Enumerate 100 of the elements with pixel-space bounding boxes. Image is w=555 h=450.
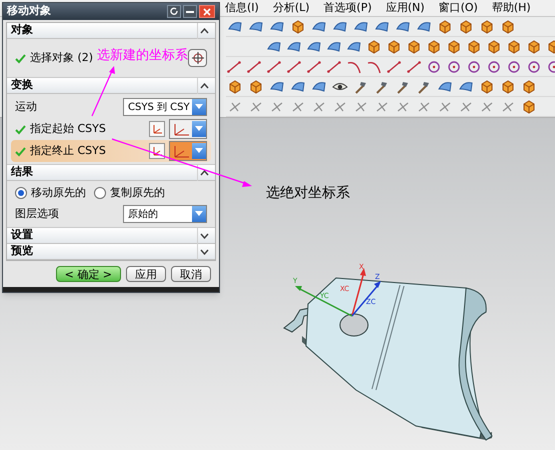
line-icon [266, 58, 282, 74]
line-icon [306, 58, 322, 74]
dialog-title: 移动对象 [7, 3, 51, 20]
cube-icon [500, 78, 516, 94]
arrow [91, 66, 115, 116]
crosshair-icon [192, 52, 204, 64]
minimize-icon [186, 10, 194, 12]
dropdown-arrow-button[interactable] [192, 121, 206, 137]
annotation-text: 选新建的坐标系 [97, 47, 188, 65]
section-header[interactable]: 变换 [7, 78, 215, 94]
dropdown-arrow-button[interactable] [192, 143, 206, 159]
section-header[interactable]: 预览 [7, 244, 215, 260]
menu-item[interactable]: 帮助(H) [492, 0, 531, 16]
cube-icon [436, 18, 452, 34]
axes-icon [151, 145, 163, 157]
circle-icon [526, 58, 542, 74]
caret-icon [195, 211, 203, 217]
minimize-button[interactable] [183, 5, 197, 18]
menu-item[interactable]: 窗口(O) [438, 0, 478, 16]
radio-option[interactable]: 移动原先的 [15, 184, 86, 202]
dropdown-field[interactable]: 原始的 [123, 205, 207, 223]
highlighted-row[interactable]: 指定终止 CSYS [11, 140, 211, 162]
cube-icon [506, 38, 522, 54]
section-title: 变换 [11, 77, 33, 94]
csys-dialog-button[interactable] [149, 121, 165, 137]
menu-item[interactable]: 应用(N) [386, 0, 425, 16]
circle-icon [466, 58, 482, 74]
toolbar-button[interactable] [286, 58, 302, 75]
select-object-label: 选择对象 (2) [30, 50, 94, 66]
toolbar-button[interactable] [526, 38, 542, 55]
caret-icon [195, 148, 203, 154]
csys-type-dropdown[interactable] [169, 141, 207, 161]
csys-type-dropdown[interactable] [169, 119, 207, 139]
section-header[interactable]: 设置 [7, 228, 215, 244]
cube-icon [478, 18, 494, 34]
menu-item[interactable]: 分析(L) [272, 0, 310, 16]
dropdown-arrow-button[interactable] [192, 206, 206, 222]
cube-icon [386, 38, 402, 54]
toolbar-button[interactable] [366, 38, 382, 55]
toolbar-button[interactable] [426, 38, 442, 55]
toolbar-button[interactable] [406, 38, 422, 55]
cube-icon [458, 18, 474, 34]
dialog-button[interactable]: 取消 [171, 266, 211, 282]
dropdown-field[interactable]: CSYS 到 CSY [123, 98, 207, 116]
close-button[interactable] [199, 5, 215, 18]
circle-icon [446, 58, 462, 74]
toolbar-button[interactable] [386, 38, 402, 55]
section-title: 预览 [11, 243, 33, 260]
cube-icon [500, 18, 516, 34]
close-icon [203, 8, 211, 16]
toolbar-button[interactable] [406, 58, 422, 75]
radio-button[interactable] [15, 187, 27, 199]
circle-icon [486, 58, 502, 74]
caret-icon [195, 104, 203, 110]
toolbar-button[interactable] [446, 38, 462, 55]
line-icon [326, 58, 342, 74]
circle-icon [426, 58, 442, 74]
toolbar-button[interactable] [326, 58, 342, 75]
ok-button[interactable]: < 确定 > [56, 266, 121, 282]
cube-icon [478, 78, 494, 94]
toolbar-button[interactable] [506, 38, 522, 55]
dropdown-value: 原始的 [127, 208, 159, 222]
line-icon [226, 58, 242, 74]
cube-icon [290, 18, 306, 34]
cube-icon [520, 78, 536, 94]
caret-icon [195, 126, 203, 132]
refresh-icon [170, 7, 178, 16]
cube-icon [520, 98, 536, 114]
reset-button[interactable] [167, 5, 181, 18]
toolbar-button[interactable] [266, 58, 282, 75]
field-label: 图层选项 [15, 206, 59, 222]
crosshair-button[interactable] [188, 49, 207, 67]
cube-icon [486, 38, 502, 54]
section-header[interactable]: 结果 [7, 165, 215, 181]
radio-button[interactable] [94, 187, 106, 199]
radio-option[interactable]: 复制原先的 [94, 184, 165, 202]
csys-label: 指定起始 CSYS [30, 120, 106, 137]
line-icon [246, 58, 262, 74]
section-title: 设置 [11, 227, 33, 244]
section-header[interactable]: 对象 [7, 23, 215, 39]
cube-icon [248, 78, 264, 94]
dialog-button[interactable]: 应用 [126, 266, 166, 282]
line-icon [386, 58, 402, 74]
toolbar-button[interactable] [306, 58, 322, 75]
csys-row[interactable]: 指定起始 CSYS [11, 118, 211, 140]
dropdown-arrow-button[interactable] [192, 99, 206, 115]
cube-icon [446, 38, 462, 54]
cube-icon [406, 38, 422, 54]
toolbar-button[interactable] [466, 38, 482, 55]
line-icon [286, 58, 302, 74]
csys-dialog-button[interactable] [149, 143, 165, 159]
menu-item[interactable]: 信息(I) [225, 0, 259, 16]
toolbar-button[interactable] [486, 38, 502, 55]
toolbar-button[interactable] [226, 58, 242, 75]
menu-item[interactable]: 首选项(P) [324, 0, 372, 16]
cube-icon [366, 38, 382, 54]
csys-label: 指定终止 CSYS [30, 142, 106, 159]
toolbar-button[interactable] [246, 58, 262, 75]
cube-icon [526, 38, 542, 54]
toolbar-button[interactable] [386, 58, 402, 75]
